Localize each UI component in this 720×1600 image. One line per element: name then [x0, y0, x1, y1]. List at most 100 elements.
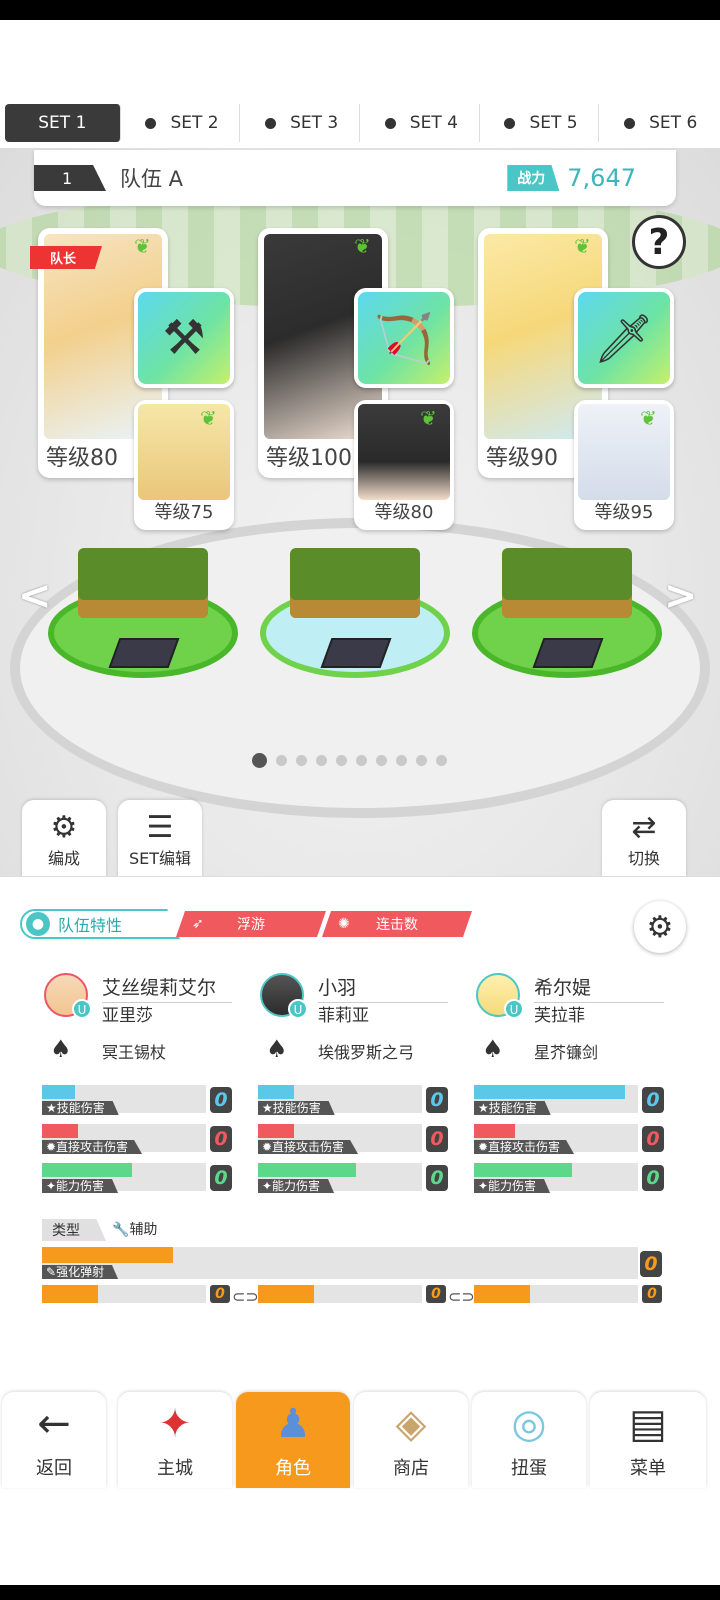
- weapon-name: 冥王锡杖: [102, 1043, 167, 1062]
- weapon-icon: ♠: [482, 1035, 504, 1063]
- stat-fill: [474, 1124, 515, 1138]
- page-dot[interactable]: [416, 755, 427, 766]
- hero-diorama-1[interactable]: [48, 528, 238, 678]
- switch-button[interactable]: ⇄ 切换: [602, 800, 686, 880]
- weapon-slot-3[interactable]: 🗡: [574, 288, 674, 388]
- stat-label: ✦能力伤害: [258, 1179, 335, 1193]
- stat-value: 0: [426, 1087, 448, 1113]
- chain-fill: [42, 1247, 174, 1263]
- pen-icon: ✎: [46, 1265, 57, 1279]
- stat-value: 0: [642, 1087, 664, 1113]
- stat-value: 0: [642, 1126, 664, 1152]
- chain-segment: 0: [258, 1285, 446, 1305]
- nav-character[interactable]: ♟ 角色: [236, 1392, 350, 1488]
- page-dot[interactable]: [376, 755, 387, 766]
- page-dot[interactable]: [336, 755, 347, 766]
- tab-set-2[interactable]: SET 2: [125, 104, 241, 142]
- tab-set-4[interactable]: SET 4: [364, 104, 480, 142]
- class-badge-icon: U: [504, 999, 524, 1019]
- nav-gacha[interactable]: ◎ 扭蛋: [472, 1392, 586, 1488]
- arrow-right-icon[interactable]: >: [664, 573, 698, 619]
- team-name[interactable]: 队伍 A: [120, 163, 183, 193]
- weapon-slot-2[interactable]: 🏹: [354, 288, 454, 388]
- nav-label: 返回: [36, 1458, 72, 1479]
- hero-diorama-3[interactable]: [472, 528, 662, 678]
- weapon-slot-1[interactable]: ⚒: [134, 288, 234, 388]
- gear-icon: ⚙: [646, 909, 674, 945]
- tab-label: SET 1: [38, 113, 87, 133]
- tab-set-3[interactable]: SET 3: [244, 104, 361, 142]
- weapon-name: 埃俄罗斯之弓: [318, 1043, 415, 1062]
- character-icon: ♟: [275, 1401, 311, 1447]
- stat-label: ★技能伤害: [258, 1101, 335, 1115]
- shop-icon: ◈: [395, 1401, 427, 1447]
- stat-row: ✹直接攻击伤害 0: [258, 1124, 448, 1154]
- stat-fill: [474, 1163, 573, 1177]
- diorama-block: [290, 548, 420, 618]
- weapon-icon: ♠: [266, 1035, 288, 1063]
- diorama-block: [502, 548, 632, 618]
- nav-label: 菜单: [630, 1458, 666, 1479]
- trait-tag-float[interactable]: ➶ 浮游: [176, 911, 326, 937]
- nav-town[interactable]: ✦ 主城: [118, 1392, 232, 1488]
- sub-hero-card-3[interactable]: ❦ 等级95: [574, 400, 674, 530]
- trait-tag-label: 连击数: [376, 917, 418, 933]
- set-tabs: SET 1 SET 2 SET 3 SET 4 SET 5 SET 6: [0, 100, 720, 146]
- settings-button[interactable]: ⚙: [634, 901, 686, 953]
- formation-label: 编成: [47, 849, 80, 868]
- chain-segment-fill: [42, 1285, 98, 1303]
- page-dot[interactable]: [296, 755, 307, 766]
- set-edit-label: SET编辑: [128, 849, 192, 868]
- page-dot[interactable]: [436, 755, 447, 766]
- tab-set-6[interactable]: SET 6: [603, 104, 718, 142]
- tab-set-1[interactable]: SET 1: [5, 104, 121, 142]
- dot-icon: [384, 117, 396, 129]
- tab-set-5[interactable]: SET 5: [484, 104, 600, 142]
- chain-segment: 0: [474, 1285, 662, 1305]
- hero-diorama-2[interactable]: [260, 528, 450, 678]
- trait-icon: ●: [26, 912, 50, 936]
- page-dot[interactable]: [252, 753, 267, 768]
- leaf-icon: ❦: [134, 234, 151, 258]
- chain-segment-fill: [258, 1285, 314, 1303]
- set-edit-button[interactable]: ☰ SET编辑: [118, 800, 202, 880]
- page-dot[interactable]: [316, 755, 327, 766]
- avatar[interactable]: U: [44, 973, 92, 1019]
- tab-label: SET 2: [170, 113, 219, 133]
- nav-menu[interactable]: ▤ 菜单: [590, 1392, 706, 1488]
- formation-button[interactable]: ⚙ 编成: [22, 800, 106, 880]
- menu-icon: ▤: [629, 1401, 667, 1447]
- wing-icon: ➶: [192, 916, 204, 932]
- page-indicator: [252, 753, 447, 768]
- nav-label: 主城: [157, 1458, 193, 1479]
- dot-icon: [265, 117, 277, 129]
- chain-segment: 0: [42, 1285, 230, 1305]
- page-dot[interactable]: [396, 755, 407, 766]
- help-button[interactable]: ?: [632, 215, 686, 269]
- page-dot[interactable]: [356, 755, 367, 766]
- type-value: 🔧辅助: [112, 1219, 157, 1239]
- sub-hero-card-1[interactable]: ❦ 等级75: [134, 400, 234, 530]
- stat-row: ✹直接攻击伤害 0: [42, 1124, 232, 1154]
- sub-hero-level: 等级95: [594, 502, 654, 523]
- chain-label-text: 强化弹射: [56, 1265, 105, 1279]
- team-trait-tab[interactable]: ● 队伍特性: [20, 909, 180, 939]
- stat-row: ✦能力伤害 0: [474, 1163, 664, 1193]
- avatar[interactable]: U: [260, 973, 308, 1019]
- trait-tag-combo[interactable]: ✺ 连击数: [322, 911, 472, 937]
- page-dot[interactable]: [276, 755, 287, 766]
- switch-label: 切换: [627, 849, 660, 868]
- nav-label: 角色: [275, 1458, 311, 1479]
- stat-row: ✦能力伤害 0: [42, 1163, 232, 1193]
- arrow-left-icon[interactable]: <: [18, 573, 52, 619]
- chain-segment-value: 0: [642, 1285, 662, 1303]
- stat-fill: [258, 1163, 357, 1177]
- bow-icon: 🏹: [374, 310, 434, 367]
- person-gear-icon: ⚙: [50, 810, 78, 845]
- nav-shop[interactable]: ◈ 商店: [354, 1392, 468, 1488]
- avatar[interactable]: U: [476, 973, 524, 1019]
- sub-hero-card-2[interactable]: ❦ 等级80: [354, 400, 454, 530]
- stat-fill: [42, 1163, 133, 1177]
- nav-back[interactable]: ← 返回: [2, 1392, 106, 1488]
- leaf-icon: ❦: [354, 234, 371, 258]
